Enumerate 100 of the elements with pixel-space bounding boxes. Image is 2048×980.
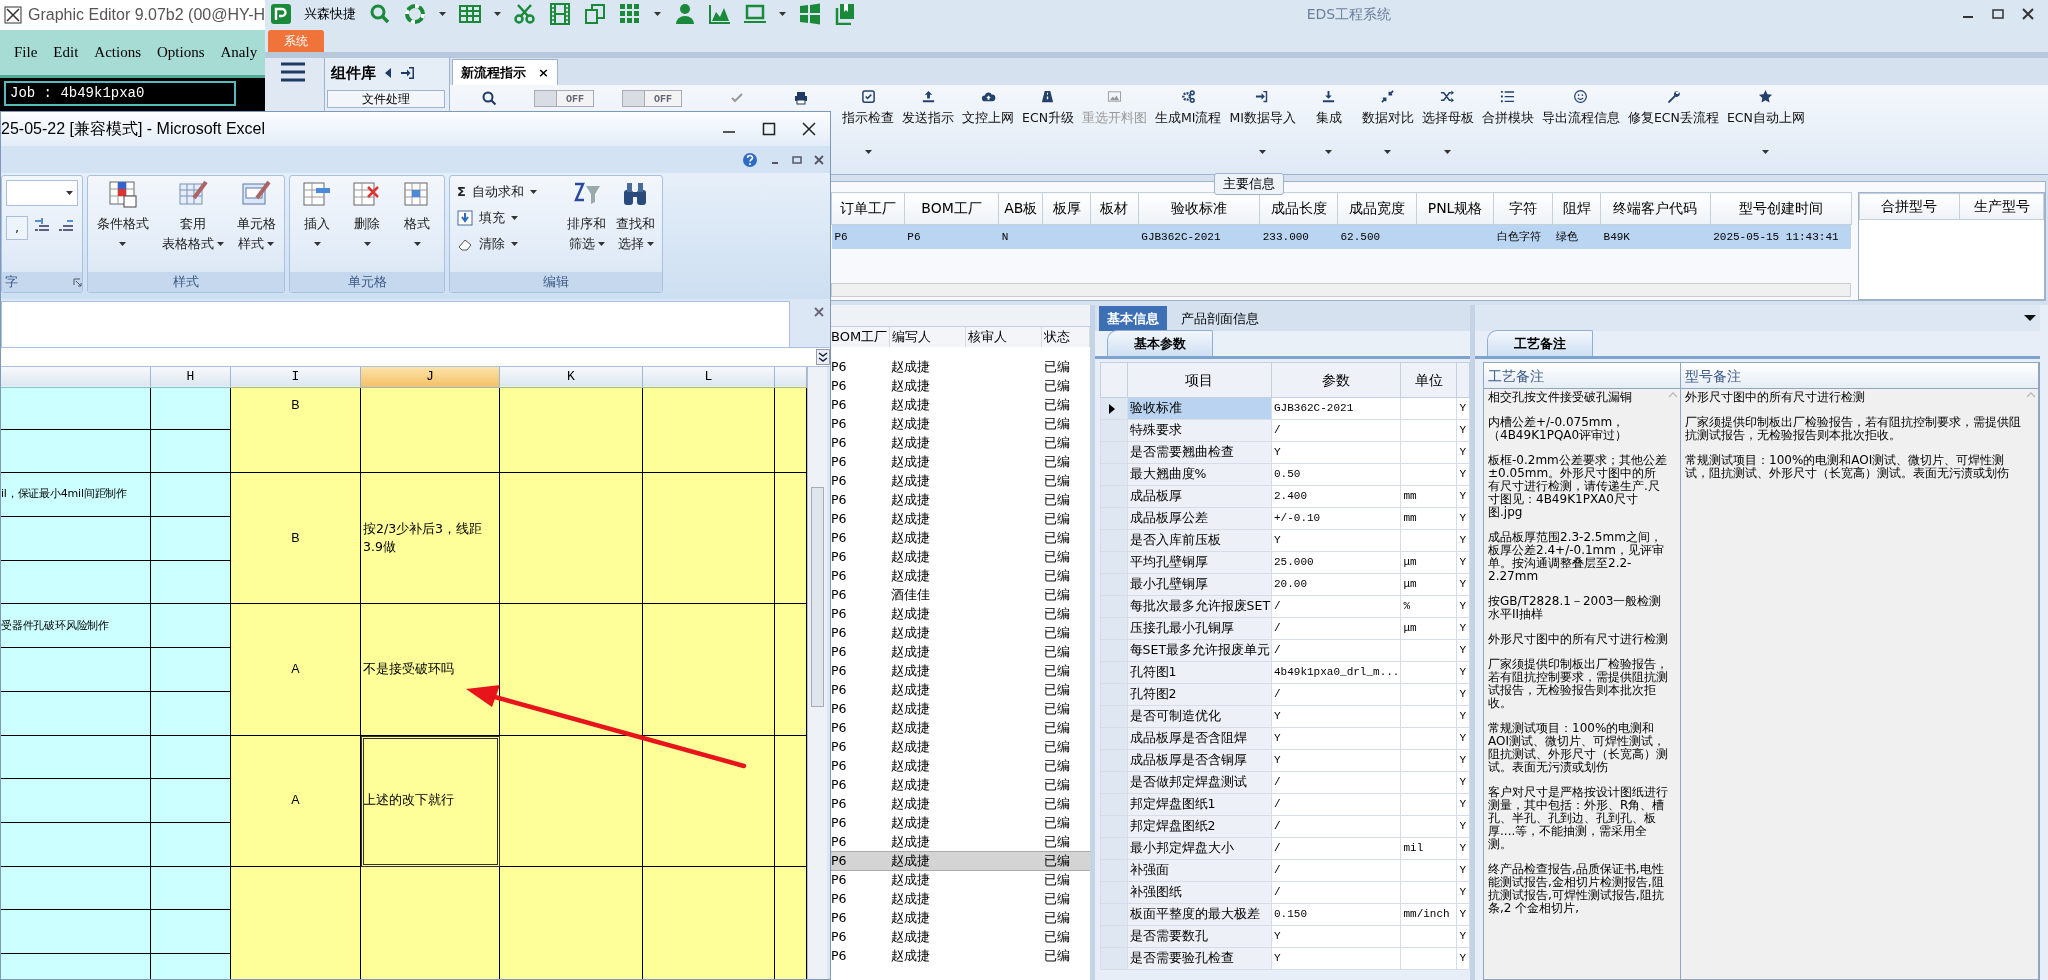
column-header[interactable]: 订单工厂 — [831, 192, 905, 225]
table-row[interactable]: P6 赵成捷 已编 — [829, 680, 1090, 699]
column-header[interactable]: 生产型号 — [1959, 193, 2044, 220]
column-header[interactable]: BOM工厂 — [829, 327, 890, 347]
table-icon[interactable] — [459, 3, 481, 25]
table-cell[interactable]: 板面平整度的最大极差 — [1127, 903, 1272, 926]
column-header[interactable]: 合拼型号 — [1859, 193, 1960, 220]
caret-icon[interactable] — [439, 11, 446, 17]
table-row[interactable]: P6 赵成捷 已编 — [829, 870, 1090, 889]
table-row[interactable]: P6 赵成捷 已编 — [829, 794, 1090, 813]
ribbon-button[interactable]: 选择母板 — [1417, 89, 1478, 155]
table-row[interactable]: P6 赵成捷 已编 — [829, 490, 1090, 509]
table-cell[interactable]: 最小邦定焊盘大小 — [1127, 837, 1272, 860]
table-row[interactable]: P6 赵成捷 已编 — [829, 623, 1090, 642]
table-row[interactable]: P6 赵成捷 已编 — [829, 737, 1090, 756]
ribbon-button[interactable]: 格式 — [400, 180, 434, 272]
column-header[interactable]: 验收标准 — [1138, 192, 1260, 225]
table-cell[interactable]: 是否可制造优化 — [1127, 705, 1272, 728]
column-header[interactable]: 编写人 — [889, 327, 966, 347]
laptop-icon[interactable] — [744, 3, 766, 25]
ribbon-button[interactable]: 删除 — [350, 180, 384, 272]
table-cell[interactable] — [151, 866, 231, 911]
table-cell[interactable] — [500, 604, 643, 736]
table-row[interactable]: P6 赵成捷 已编 — [829, 775, 1090, 794]
dialog-launcher-icon[interactable] — [73, 277, 82, 287]
collapse-icon[interactable] — [384, 68, 392, 78]
document-tab[interactable]: 新流程指示 × — [452, 58, 558, 85]
formula-field[interactable] — [1, 301, 790, 348]
table-cell[interactable]: 孔符图1 — [1127, 661, 1272, 684]
column-header[interactable]: PNL规格 — [1416, 192, 1494, 225]
area-chart-icon[interactable] — [709, 3, 731, 25]
table-cell[interactable] — [1, 735, 151, 780]
person-icon[interactable] — [674, 3, 696, 25]
table-row[interactable]: P6 赵成捷 已编 — [829, 813, 1090, 832]
ribbon-button[interactable]: 条件格式 — [94, 180, 151, 272]
table-cell[interactable]: 邦定焊盘图纸2 — [1127, 815, 1272, 838]
column-header[interactable]: 成品长度 — [1259, 192, 1338, 225]
table-cell[interactable] — [1, 560, 151, 605]
table-cell[interactable] — [775, 386, 807, 474]
book-icon[interactable] — [834, 3, 856, 25]
table-cell[interactable] — [500, 473, 643, 605]
close-tab-icon[interactable]: × — [538, 62, 549, 82]
table-cell[interactable] — [775, 735, 807, 867]
ribbon-button[interactable]: 数据对比 — [1357, 89, 1418, 155]
table-cell[interactable] — [361, 386, 500, 474]
table-cell[interactable]: 成品板厚公差 — [1127, 507, 1272, 530]
table-cell[interactable] — [500, 386, 643, 474]
table-cell[interactable] — [643, 866, 775, 979]
table-cell[interactable]: 是否需要翘曲检查 — [1127, 441, 1272, 464]
table-row[interactable]: P6 赵成捷 已编 — [829, 471, 1090, 490]
windows-icon[interactable] — [799, 3, 821, 25]
menu-item[interactable]: Actions — [94, 41, 141, 64]
column-header[interactable]: J — [361, 367, 500, 388]
tab[interactable]: 产品剖面信息 — [1173, 305, 1267, 331]
grid-icon[interactable] — [619, 3, 641, 25]
column-header[interactable]: 成品宽度 — [1337, 192, 1417, 225]
column-header[interactable]: 参数 — [1271, 362, 1401, 398]
ribbon-button[interactable]: MI数据导入 — [1225, 89, 1300, 155]
table-cell[interactable] — [151, 386, 231, 430]
expand-icon[interactable] — [816, 349, 830, 365]
table-cell[interactable]: 每批次最多允许报废SET — [1127, 595, 1272, 618]
table-cell[interactable] — [1, 910, 151, 954]
column-header[interactable]: AB板 — [998, 192, 1043, 225]
column-header[interactable]: 终端客户代码 — [1600, 192, 1711, 225]
comma-button[interactable]: , — [6, 216, 28, 240]
table-cell[interactable]: 补强面 — [1127, 859, 1272, 882]
table-cell[interactable] — [1, 691, 151, 736]
table-row[interactable]: P6 赵成捷 已编 — [829, 452, 1090, 471]
table-row[interactable]: P6 赵成捷 已编 — [829, 509, 1090, 528]
table-cell[interactable] — [500, 735, 643, 867]
copy-icon[interactable] — [584, 3, 606, 25]
table-row[interactable]: P6 赵成捷 已编 — [829, 699, 1090, 718]
dropdown-arrow-icon[interactable] — [2024, 315, 2036, 321]
table-cell[interactable] — [151, 910, 231, 954]
table-cell[interactable]: 平均孔壁铜厚 — [1127, 551, 1272, 574]
table-cell[interactable]: 是否需要数孔 — [1127, 925, 1272, 948]
table-cell[interactable]: 是否入库前压板 — [1127, 529, 1272, 552]
panel-button[interactable]: 文件处理 — [327, 90, 445, 108]
table-cell[interactable]: 不是接受破环吗 — [361, 604, 500, 736]
table-cell[interactable] — [151, 429, 231, 474]
table-row[interactable]: P6 赵成捷 已编 — [829, 395, 1090, 414]
table-row[interactable]: P6 赵成捷 已编 — [829, 927, 1090, 946]
ribbon-button[interactable]: 文控上网 — [958, 89, 1018, 128]
table-cell[interactable] — [151, 604, 231, 649]
table-cell[interactable] — [151, 648, 231, 692]
table-row[interactable]: P6 赵成捷 已编 — [829, 414, 1090, 433]
caret-icon[interactable] — [494, 11, 501, 17]
ribbon-button[interactable]: 查找和 选择 — [614, 180, 657, 272]
table-row[interactable]: P6 赵成捷 已编 — [829, 946, 1090, 965]
close-icon[interactable] — [2022, 8, 2034, 20]
increase-decimal-icon[interactable] — [32, 216, 52, 234]
menu-item[interactable]: File — [14, 41, 38, 64]
table-cell[interactable] — [643, 735, 775, 867]
table-cell[interactable]: 是否需要验孔检查 — [1127, 947, 1272, 970]
table-cell[interactable]: 上述的改下就行 — [361, 735, 500, 867]
table-cell[interactable] — [775, 473, 807, 605]
column-header[interactable]: 项目 — [1127, 362, 1272, 398]
column-header[interactable]: 型号创建时间 — [1710, 192, 1852, 225]
table-cell[interactable] — [1, 648, 151, 692]
toggle-switch[interactable]: OFF — [622, 90, 682, 107]
